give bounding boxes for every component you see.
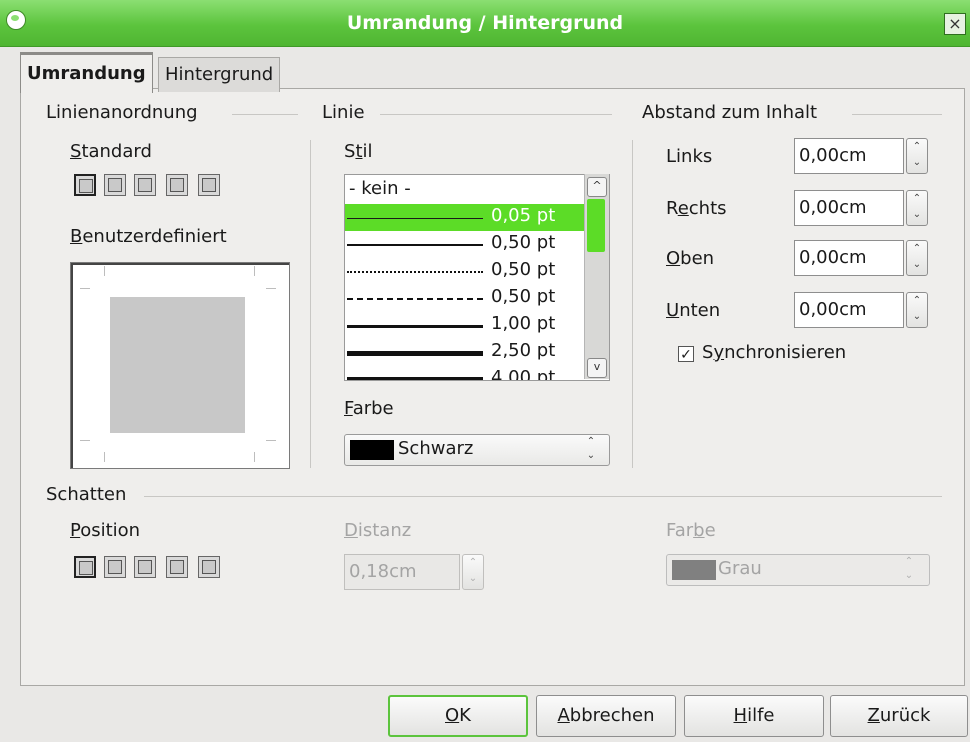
preview-tick — [254, 266, 255, 276]
line-style-option[interactable]: 0,05 pt — [345, 204, 585, 231]
line-style-option-label: 0,50 pt — [491, 286, 556, 307]
ok-button[interactable]: OK — [388, 695, 528, 737]
window-title: Umrandung / Hintergrund — [346, 12, 624, 34]
line-color-swatch — [350, 440, 394, 460]
spacing-title: Abstand zum Inhalt — [642, 102, 818, 123]
cancel-button[interactable]: Abbrechen — [536, 695, 676, 737]
separator — [632, 140, 633, 468]
tab-umrandung[interactable]: Umrandung — [20, 52, 153, 93]
synchronize-checkbox[interactable]: ✓ — [678, 346, 694, 363]
separator — [852, 114, 942, 115]
line-style-sample — [347, 377, 483, 380]
spacing-top-input[interactable]: 0,00cm — [794, 240, 904, 276]
border-preset-outer[interactable] — [104, 174, 126, 196]
shadow-preset-none[interactable] — [74, 556, 96, 578]
shadow-position-label: Position — [70, 520, 141, 541]
line-style-option-label: 2,50 pt — [491, 340, 556, 361]
preview-content-area — [110, 297, 245, 433]
spacing-right-label: Rechts — [666, 198, 727, 219]
line-style-sample — [347, 244, 483, 246]
line-color-label: Farbe — [344, 398, 394, 419]
line-style-sample — [347, 298, 483, 300]
border-preset-left-right[interactable] — [198, 174, 220, 196]
shadow-distance-input[interactable]: 0,18cm — [344, 554, 460, 590]
line-style-option[interactable]: - kein - — [345, 177, 585, 204]
scroll-down-icon[interactable]: v — [587, 358, 607, 378]
close-icon[interactable]: × — [944, 13, 966, 35]
spacing-bottom-stepper[interactable]: ⌃ ⌄ — [906, 292, 928, 328]
synchronize-label[interactable]: Synchronisieren — [702, 342, 846, 363]
line-style-option[interactable]: 0,50 pt — [345, 231, 585, 258]
border-preset-none[interactable] — [74, 174, 96, 196]
line-style-sample — [347, 271, 483, 273]
line-style-option[interactable]: 1,00 pt — [345, 312, 585, 339]
separator — [144, 496, 942, 497]
preview-tick — [80, 288, 90, 289]
line-style-option-label: 0,05 pt — [491, 205, 556, 226]
preview-tick — [254, 452, 255, 462]
tab-hintergrund[interactable]: Hintergrund — [158, 57, 281, 92]
custom-label: Benutzerdefiniert — [70, 226, 227, 247]
spacing-bottom-label: Unten — [666, 300, 721, 321]
spacing-bottom-input[interactable]: 0,00cm — [794, 292, 904, 328]
style-label: Stil — [344, 141, 373, 162]
line-style-option[interactable]: 2,50 pt — [345, 339, 585, 366]
spacing-top-label: Oben — [666, 248, 715, 269]
shadow-preset-top-right[interactable] — [134, 556, 156, 578]
line-style-option[interactable]: 4,00 pt — [345, 366, 585, 381]
shadow-color-value: Grau — [718, 558, 762, 579]
shadow-color-swatch — [672, 560, 716, 580]
spacing-left-input[interactable]: 0,00cm — [794, 138, 904, 174]
preview-tick — [266, 440, 276, 441]
separator — [380, 114, 612, 115]
chevron-updown-icon: ⌃ ⌄ — [904, 556, 914, 581]
line-style-option-label: 1,00 pt — [491, 313, 556, 334]
scroll-thumb[interactable] — [587, 199, 605, 252]
shadow-preset-top-left[interactable] — [198, 556, 220, 578]
shadow-distance-label: Distanz — [344, 520, 412, 541]
shadow-preset-bottom-left[interactable] — [166, 556, 188, 578]
line-title: Linie — [322, 102, 365, 123]
help-button[interactable]: Hilfe — [684, 695, 824, 737]
preview-tick — [266, 288, 276, 289]
line-style-option-label: 4,00 pt — [491, 367, 556, 381]
shadow-title: Schatten — [46, 484, 127, 505]
line-style-list[interactable]: - kein - 0,05 pt 0,50 pt 0,50 pt 0,50 pt 1,00… — [344, 174, 610, 381]
spacing-right-input[interactable]: 0,00cm — [794, 190, 904, 226]
line-style-option-label: 0,50 pt — [491, 259, 556, 280]
line-style-option[interactable]: 0,50 pt — [345, 258, 585, 285]
line-style-sample — [347, 325, 483, 328]
shadow-preset-bottom-right[interactable] — [104, 556, 126, 578]
shadow-color-label: Farbe — [666, 520, 716, 541]
line-arrangement-title: Linienanordnung — [46, 102, 198, 123]
spacing-top-stepper[interactable]: ⌃ ⌄ — [906, 240, 928, 276]
line-color-value: Schwarz — [398, 438, 474, 459]
separator — [232, 114, 298, 115]
chevron-updown-icon: ⌃ ⌄ — [586, 436, 596, 461]
border-preset-outer-all[interactable] — [166, 174, 188, 196]
line-style-option[interactable]: 0,50 pt — [345, 285, 585, 312]
border-preset-outer-horizontal[interactable] — [134, 174, 156, 196]
line-style-option-label: - kein - — [349, 178, 411, 199]
reset-button[interactable]: Zurück — [830, 695, 968, 737]
line-style-sample — [347, 218, 483, 219]
spacing-left-stepper[interactable]: ⌃ ⌄ — [906, 138, 928, 174]
preview-tick — [80, 440, 90, 441]
standard-label: Standard — [70, 141, 152, 162]
scroll-up-icon[interactable]: ^ — [587, 177, 607, 197]
spacing-left-label: Links — [666, 146, 713, 167]
separator — [310, 140, 311, 468]
line-style-sample — [347, 351, 483, 356]
spacing-right-stepper[interactable]: ⌃ ⌄ — [906, 190, 928, 226]
line-style-option-label: 0,50 pt — [491, 232, 556, 253]
preview-tick — [104, 452, 105, 462]
shadow-distance-stepper[interactable]: ⌃ ⌄ — [462, 554, 484, 590]
preview-tick — [104, 266, 105, 276]
